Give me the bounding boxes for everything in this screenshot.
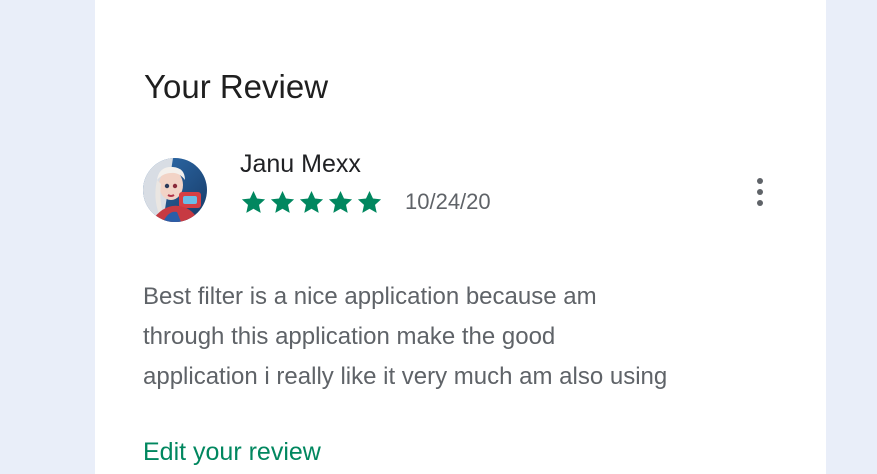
more-vert-icon bbox=[757, 178, 763, 184]
avatar-image bbox=[143, 158, 207, 222]
edit-review-link[interactable]: Edit your review bbox=[143, 436, 321, 468]
star-icon bbox=[299, 190, 324, 213]
section-title: Your Review bbox=[144, 68, 329, 105]
review-date: 10/24/20 bbox=[405, 189, 491, 214]
reviewer-name: Janu Mexx bbox=[240, 150, 361, 178]
rating-row: 10/24/20 bbox=[240, 186, 491, 218]
star-icon bbox=[357, 190, 382, 213]
star-icon bbox=[328, 190, 353, 213]
more-options-button[interactable] bbox=[747, 172, 773, 212]
avatar bbox=[143, 158, 207, 222]
review-text: Best filter is a nice application becaus… bbox=[143, 283, 668, 390]
star-rating bbox=[240, 189, 385, 216]
more-vert-icon-dot bbox=[757, 200, 763, 206]
more-vert-icon-dot bbox=[757, 189, 763, 195]
review-card: Your Review Janu Mexx 10/24/20 Best filt… bbox=[95, 0, 826, 474]
star-icon bbox=[241, 190, 266, 213]
star-icon bbox=[270, 190, 295, 213]
